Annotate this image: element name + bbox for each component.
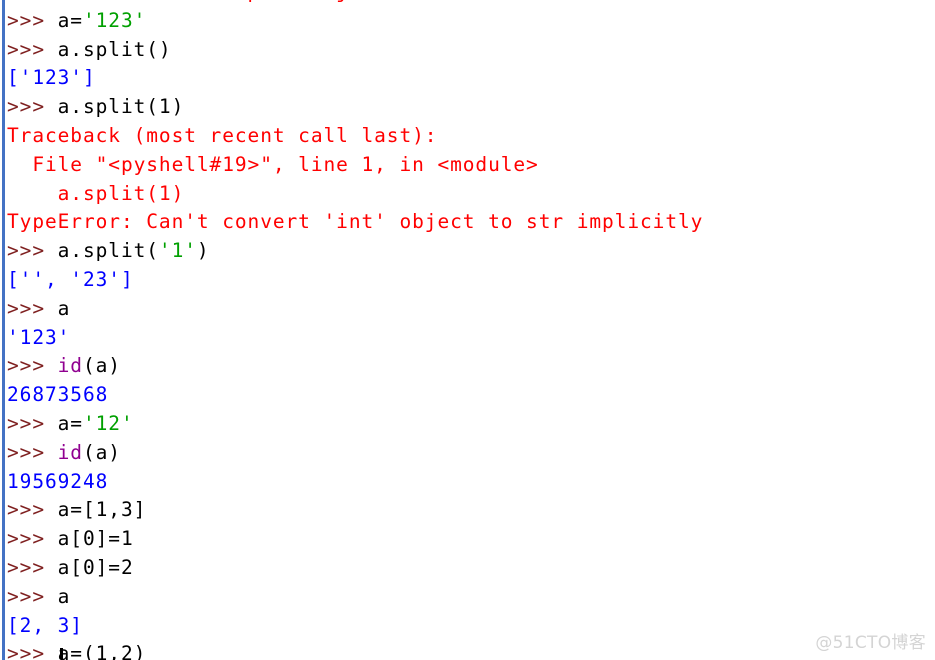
code-segment-code: a.split(1) <box>57 95 185 119</box>
prompt-marker: >>> <box>7 555 58 579</box>
shell-error-line: Traceback (most recent call last): <box>7 122 935 151</box>
error-text: File "<pyshell#19>", line 1, in <module> <box>7 152 539 176</box>
output-text: [2, 3] <box>7 613 83 637</box>
shell-input-line: >>> a=[1,3] <box>7 496 935 525</box>
shell-transcript[interactable]: AttributeError: 'tuple' object has no at… <box>0 0 935 660</box>
shell-input-line: >>> a[0]=1 <box>7 525 935 554</box>
error-text: TypeError: Can't convert 'int' object to… <box>7 210 704 234</box>
code-segment-code: (a) <box>82 440 121 464</box>
watermark-label: @51CTO博客 <box>815 633 926 653</box>
prompt-marker: >>> <box>7 296 58 320</box>
code-segment-builtin: id <box>57 354 83 378</box>
shell-error-line: AttributeError: 'tuple' object has no at… <box>7 0 935 7</box>
code-segment-code: a= <box>57 411 83 435</box>
shell-input-line: >>> id(a) <box>7 352 935 381</box>
output-text: 26873568 <box>7 383 109 407</box>
code-segment-code: ) <box>196 239 210 263</box>
shell-input-line: >>> a.split(1) <box>7 93 935 122</box>
code-segment-builtin: id <box>57 440 83 464</box>
shell-input-line: >>> a='123' <box>7 7 935 36</box>
prompt-marker: >>> <box>7 584 58 608</box>
output-text: 19569248 <box>7 469 109 493</box>
code-segment-string: '1' <box>158 239 197 263</box>
shell-error-line: File "<pyshell#19>", line 1, in <module> <box>7 151 935 180</box>
shell-output-line: 26873568 <box>7 381 935 410</box>
shell-input-line: >>> id(a) <box>7 439 935 468</box>
code-segment-code: a[0]=1 <box>57 527 134 551</box>
shell-output-line: ['', '23'] <box>7 266 935 295</box>
code-segment-code: a=(1,2) <box>57 642 147 660</box>
code-segment-code: (a) <box>82 354 121 378</box>
code-segment-code: a <box>57 296 71 320</box>
code-segment-code: a[0]=2 <box>57 555 134 579</box>
prompt-marker: >>> <box>7 527 58 551</box>
error-text: AttributeError: 'tuple' object has no at… <box>7 0 703 3</box>
shell-input-line: >>> a <box>7 295 935 324</box>
text-caret <box>60 648 63 659</box>
error-text: a.split(1) <box>7 181 185 205</box>
code-segment-string: '12' <box>82 411 134 435</box>
shell-input-line: >>> a.split('1') <box>7 237 935 266</box>
prompt-marker: >>> <box>7 498 58 522</box>
shell-input-line: >>> a <box>7 583 935 612</box>
shell-input-line: >>> a='12' <box>7 410 935 439</box>
shell-output-line: [2, 3] <box>7 612 935 641</box>
shell-output-line: '123' <box>7 324 935 353</box>
shell-input-line: >>> a=(1,2) <box>7 640 935 660</box>
shell-error-line: TypeError: Can't convert 'int' object to… <box>7 208 935 237</box>
prompt-marker: >>> <box>7 95 58 119</box>
code-segment-code: a= <box>57 8 83 32</box>
prompt-marker: >>> <box>7 239 58 263</box>
shell-output-line: ['123'] <box>7 64 935 93</box>
prompt-marker: >>> <box>7 440 58 464</box>
shell-error-line: a.split(1) <box>7 180 935 209</box>
code-segment-code: a <box>57 584 71 608</box>
code-segment-string: '123' <box>82 8 147 32</box>
shell-output-line: 19569248 <box>7 468 935 497</box>
prompt-marker: >>> <box>7 411 58 435</box>
output-text: ['', '23'] <box>7 267 134 291</box>
prompt-marker: >>> <box>7 8 58 32</box>
prompt-marker: >>> <box>7 37 58 61</box>
code-segment-code: a.split() <box>57 37 172 61</box>
prompt-marker: >>> <box>7 642 58 660</box>
code-segment-code: a.split( <box>57 239 159 263</box>
error-text: Traceback (most recent call last): <box>7 123 438 147</box>
shell-input-line: >>> a.split() <box>7 36 935 65</box>
code-segment-code: a=[1,3] <box>57 498 147 522</box>
output-text: '123' <box>7 325 71 349</box>
prompt-marker: >>> <box>7 354 58 378</box>
shell-input-line: >>> a[0]=2 <box>7 554 935 583</box>
python-shell-window[interactable]: AttributeError: 'tuple' object has no at… <box>0 0 935 660</box>
output-text: ['123'] <box>7 66 96 90</box>
